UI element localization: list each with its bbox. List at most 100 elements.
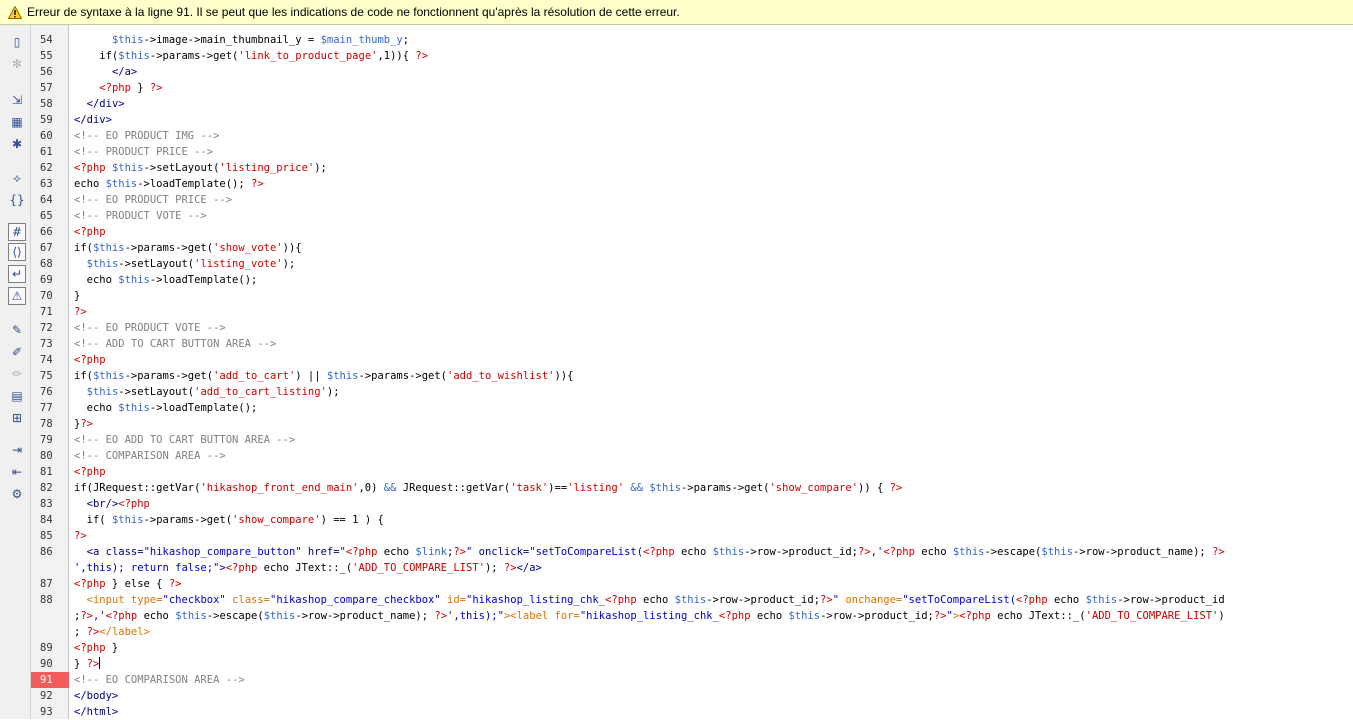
code-text: echo $this->loadTemplate();	[74, 272, 258, 288]
code-line[interactable]: 80 <!-- COMPARISON AREA -->	[40, 448, 1353, 464]
code-line[interactable]: 90 } ?>	[40, 656, 1353, 672]
code-token: ?>	[453, 546, 467, 558]
code-line[interactable]: 70}	[40, 288, 1353, 304]
open-documents-icon[interactable]: ▯	[8, 33, 26, 51]
line-numbers-icon[interactable]: #	[8, 223, 26, 241]
code-token: ->loadTemplate();	[137, 178, 252, 190]
code-line[interactable]: 59 </div>	[40, 112, 1353, 128]
word-wrap-icon[interactable]: ↵	[8, 265, 26, 283]
code-token: 'add_to_cart'	[213, 370, 296, 382]
code-token: ?>	[889, 482, 903, 494]
code-line[interactable]: 68 $this->setLayout('listing_vote');	[40, 256, 1353, 272]
code-line[interactable]: 57 <?php } ?>	[40, 80, 1353, 96]
collapse-full-tag-icon[interactable]: ⇲	[8, 91, 26, 109]
code-token: ))	[554, 370, 568, 382]
code-line[interactable]: 92 </body>	[40, 688, 1353, 704]
code-line[interactable]: 66 <?php	[40, 224, 1353, 240]
code-line[interactable]: 75 if($this->params->get('add_to_cart') |…	[40, 368, 1353, 384]
code-token: <?php	[345, 546, 378, 558]
balance-braces-icon[interactable]: {}	[8, 191, 26, 209]
code-line[interactable]: 63 echo $this->loadTemplate(); ?>	[40, 176, 1353, 192]
code-text: <?php	[74, 224, 106, 240]
code-line[interactable]: 55 if($this->params->get('link_to_produc…	[40, 48, 1353, 64]
code-line[interactable]: 60 <!-- EO PRODUCT IMG -->	[40, 128, 1353, 144]
code-line[interactable]: 81 <?php	[40, 464, 1353, 480]
code-token: <?php	[605, 594, 637, 606]
code-token: ,'	[92, 610, 106, 622]
code-token: <?php	[74, 466, 106, 478]
recent-snippets-icon[interactable]: ▤	[8, 387, 26, 405]
apply-comment-icon[interactable]: ✎	[8, 321, 26, 339]
code-line[interactable]: 91 <!-- EO COMPARISON AREA -->	[31, 672, 1353, 688]
code-line[interactable]: 86 <a class="hikashop_compare_button" hr…	[40, 544, 1353, 560]
code-line[interactable]: ;?>,'<?php echo $this->escape($this->row…	[69, 608, 1353, 624]
highlight-invalid-code-icon[interactable]: ⟨⟩	[8, 243, 26, 261]
code-line[interactable]: 83 <br/><?php	[40, 496, 1353, 512]
select-parent-tag-icon[interactable]: ⟡	[8, 169, 26, 187]
code-line[interactable]: 85 ?>	[40, 528, 1353, 544]
code-line[interactable]: 61 <!-- PRODUCT PRICE -->	[40, 144, 1353, 160]
collapse-selection-icon[interactable]: ▦	[8, 113, 26, 131]
code-line[interactable]: 73 <!-- ADD TO CART BUTTON AREA -->	[40, 336, 1353, 352]
code-line[interactable]: 88 <input type="checkbox" class="hikasho…	[40, 592, 1353, 608]
code-line[interactable]: 93 </html>	[40, 704, 1353, 720]
code-token: class=	[225, 594, 271, 606]
outdent-code-icon[interactable]: ⇤	[8, 463, 26, 481]
format-source-code-icon[interactable]: ⚙	[8, 485, 26, 503]
code-line[interactable]: 62 <?php $this->setLayout('listing_price'…	[40, 160, 1353, 176]
expand-all-icon[interactable]: ✱	[8, 135, 26, 153]
code-token: <!-- EO ADD TO CART BUTTON AREA -->	[74, 434, 296, 446]
code-line[interactable]: 69 echo $this->loadTemplate();	[40, 272, 1353, 288]
warning-triangle-icon	[8, 5, 22, 19]
line-number: 74	[40, 354, 53, 366]
code-token: <?php	[118, 498, 150, 510]
line-number: 65	[40, 210, 53, 222]
error-line-number: 91	[31, 672, 69, 688]
code-token: <?php	[74, 226, 106, 238]
code-line[interactable]: 71 ?>	[40, 304, 1353, 320]
code-text: <!-- EO COMPARISON AREA -->	[74, 672, 245, 688]
code-line[interactable]: ',this); return false;"><?php echo JText…	[69, 560, 1353, 576]
code-token: <!-- EO COMPARISON AREA -->	[74, 674, 245, 686]
code-line[interactable]: 54 $this->image->main_thumbnail_y = $mai…	[40, 32, 1353, 48]
code-token: <?php	[883, 546, 915, 558]
code-line[interactable]: 89 <?php }	[40, 640, 1353, 656]
move-css-icon[interactable]: ⊞	[8, 409, 26, 427]
code-token: $this	[263, 610, 296, 622]
remove-comment-icon[interactable]: ✐	[8, 343, 26, 361]
line-number: 66	[40, 226, 53, 238]
code-line[interactable]: 87 <?php } else { ?>	[40, 576, 1353, 592]
line-number: 90	[40, 658, 53, 670]
wrap-tag-icon[interactable]: ✏	[8, 365, 26, 383]
code-line[interactable]: 78}?>	[40, 416, 1353, 432]
code-token: <?php	[74, 578, 106, 590]
show-code-navigator-icon[interactable]: ✻	[8, 55, 26, 73]
code-token: ?>	[80, 418, 93, 430]
coding-toolbar: ▯ ✻ ⇲ ▦ ✱ ⟡ {} # ⟨⟩ ↵ ⚠ ✎ ✐ ✏ ▤ ⊞ ⇥ ⇤ ⚙	[0, 25, 31, 719]
syntax-error-alerts-icon[interactable]: ⚠	[8, 287, 26, 305]
code-line[interactable]: 77 echo $this->loadTemplate();	[40, 400, 1353, 416]
code-token: echo	[74, 274, 119, 286]
code-editor[interactable]: 54 $this->image->main_thumbnail_y = $mai…	[31, 25, 1353, 720]
code-token: $this	[118, 50, 150, 62]
code-line[interactable]: 82 if(JRequest::getVar('hikashop_front_en…	[40, 480, 1353, 496]
code-line[interactable]: 64 <!-- EO PRODUCT PRICE -->	[40, 192, 1353, 208]
code-line[interactable]: 67 if($this->params->get('show_vote')){	[40, 240, 1353, 256]
code-text: </a>	[74, 64, 137, 80]
code-line[interactable]: 65 <!-- PRODUCT VOTE -->	[40, 208, 1353, 224]
code-text: }?>	[74, 416, 93, 432]
code-line[interactable]: 76 $this->setLayout('add_to_cart_listing…	[40, 384, 1353, 400]
code-line[interactable]: ; ?></label>	[69, 624, 1353, 640]
code-line[interactable]: 84 if( $this->params->get('show_compare'…	[40, 512, 1353, 528]
code-line[interactable]: 79 <!-- EO ADD TO CART BUTTON AREA -->	[40, 432, 1353, 448]
code-token: $this	[712, 546, 745, 558]
code-token: ) ||	[295, 370, 327, 382]
code-line[interactable]: 58 </div>	[40, 96, 1353, 112]
code-line[interactable]: 72 <!-- EO PRODUCT VOTE -->	[40, 320, 1353, 336]
indent-code-icon[interactable]: ⇥	[8, 441, 26, 459]
code-line[interactable]: 74 <?php	[40, 352, 1353, 368]
code-text: } ?>	[74, 656, 101, 672]
code-token: "hikashop_listing_chk_	[466, 594, 606, 606]
code-line[interactable]: 56 </a>	[40, 64, 1353, 80]
line-number	[31, 560, 69, 576]
